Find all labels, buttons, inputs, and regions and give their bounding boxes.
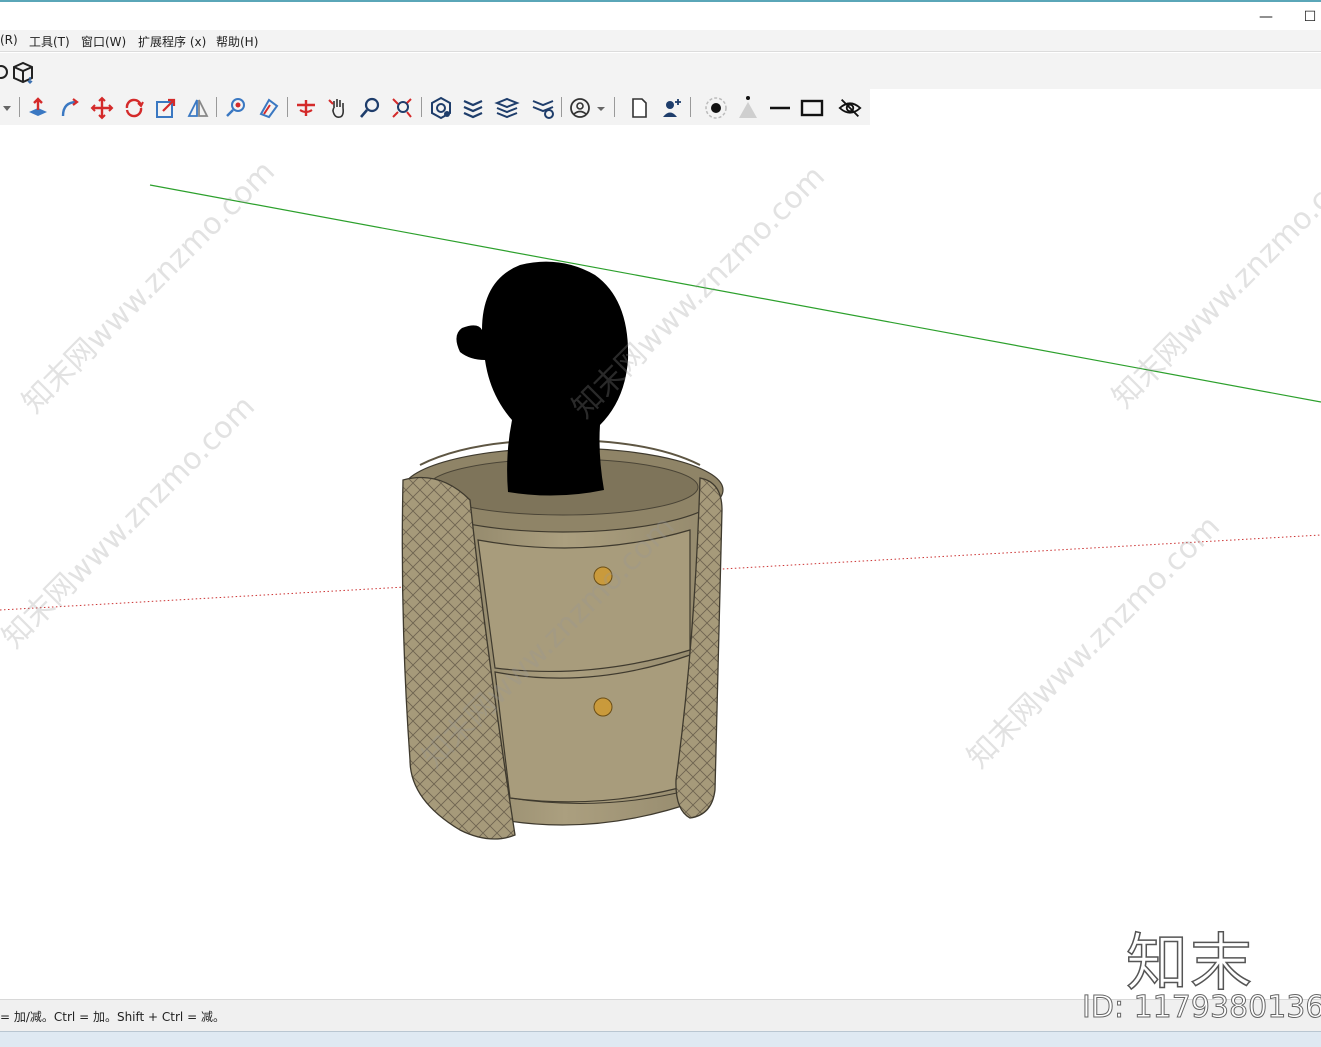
green-axis-line (149, 184, 1321, 403)
line-icon[interactable] (767, 95, 793, 121)
zoom-extents-icon[interactable] (389, 95, 415, 121)
new-document-icon[interactable] (626, 95, 652, 121)
toolbar-empty-area (870, 89, 1321, 125)
toolbar-primary (0, 53, 1321, 89)
zoom-icon[interactable] (357, 95, 383, 121)
maximize-button[interactable]: ☐ (1298, 8, 1321, 26)
modeling-viewport[interactable]: 知末网www.znzmo.com 知末网www.znzmo.com 知末网www… (0, 125, 1321, 999)
menu-bar: (R) 工具(T) 窗口(W) 扩展程序 (x) 帮助(H) (0, 30, 1321, 52)
push-pull-icon[interactable] (25, 95, 51, 121)
component-box-icon[interactable] (10, 59, 36, 85)
rotate-icon[interactable] (121, 95, 147, 121)
menu-item-help[interactable]: 帮助(H) (216, 33, 258, 50)
scene-canvas (0, 184, 1321, 840)
move-icon[interactable] (89, 95, 115, 121)
taskbar (0, 1031, 1321, 1047)
hide-icon[interactable] (837, 95, 863, 121)
paint-icon[interactable] (255, 95, 281, 121)
section-plane-icon[interactable] (293, 95, 319, 121)
drawer-knob-bottom (593, 697, 613, 717)
rectangle-icon[interactable] (799, 95, 825, 121)
title-bar: — ☐ (0, 0, 1321, 30)
cone-icon[interactable] (735, 95, 761, 121)
dropdown-arrow-icon[interactable] (0, 95, 14, 121)
point-icon[interactable] (703, 95, 729, 121)
drawer-knob-top (593, 566, 613, 586)
zoom-window-icon[interactable] (223, 95, 249, 121)
menu-item-extensions[interactable]: 扩展程序 (x) (138, 33, 206, 50)
tag-settings-icon[interactable] (530, 95, 556, 121)
add-user-icon[interactable] (658, 95, 684, 121)
nightstand-model (401, 438, 724, 840)
layers-icon[interactable] (460, 95, 486, 121)
tags-icon[interactable] (494, 95, 520, 121)
status-hint: = 加/减。Ctrl = 加。Shift + Ctrl = 减。 (0, 1010, 225, 1024)
toolbar-secondary (0, 89, 870, 125)
pan-icon[interactable] (325, 95, 351, 121)
menu-item-tools[interactable]: 工具(T) (29, 33, 70, 50)
user-account-icon[interactable] (567, 95, 607, 121)
flip-icon[interactable] (185, 95, 211, 121)
menu-item-window[interactable]: 窗口(W) (81, 33, 126, 50)
follow-me-icon[interactable] (57, 95, 83, 121)
menu-item-r[interactable]: (R) (0, 33, 18, 47)
minimize-button[interactable]: — (1254, 8, 1278, 26)
brand-logo: 知末 (1125, 925, 1255, 1000)
scale-icon[interactable] (153, 95, 179, 121)
styles-icon[interactable] (428, 95, 454, 121)
brand-id: ID: 1179380136 (1081, 990, 1321, 1026)
